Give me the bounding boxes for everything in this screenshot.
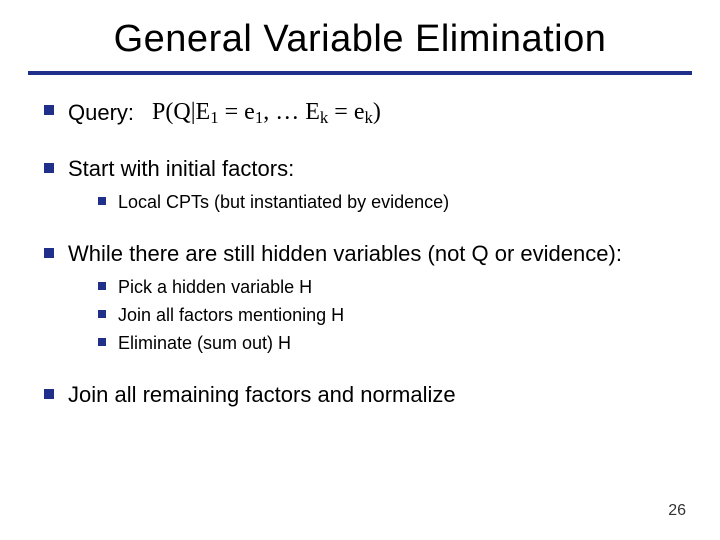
bullet-join-normalize: Join all remaining factors and normalize (40, 381, 680, 410)
sublist-start: Local CPTs (but instantiated by evidence… (96, 190, 680, 214)
f-Q: Q (173, 99, 190, 125)
query-row: Query: P(Q|E1 = e1, … Ek = ek) (68, 97, 680, 129)
bullet-while-hidden-text: While there are still hidden variables (… (68, 241, 622, 266)
sub-eliminate-h: Eliminate (sum out) H (96, 331, 680, 355)
sub-local-cpts: Local CPTs (but instantiated by evidence… (96, 190, 680, 214)
slide-title: General Variable Elimination (0, 0, 720, 71)
f-eq2: = (328, 99, 354, 125)
page-number: 26 (668, 502, 686, 520)
query-formula: P(Q|E1 = e1, … Ek = ek) (152, 97, 381, 129)
f-subkb: k (364, 108, 372, 127)
slide-body: Query: P(Q|E1 = e1, … Ek = ek) Start wit… (0, 75, 720, 410)
f-sub1b: 1 (255, 108, 263, 127)
bullet-list: Query: P(Q|E1 = e1, … Ek = ek) Start wit… (40, 97, 680, 410)
f-subka: k (320, 108, 328, 127)
f-E1: E (196, 99, 211, 125)
f-eq1: = (219, 99, 245, 125)
slide: General Variable Elimination Query: P(Q|… (0, 0, 720, 540)
sub-pick-h: Pick a hidden variable H (96, 275, 680, 299)
bullet-start-factors: Start with initial factors: Local CPTs (… (40, 155, 680, 214)
f-ek: e (354, 99, 365, 125)
f-e1: e (244, 99, 255, 125)
bullet-query: Query: P(Q|E1 = e1, … Ek = ek) (40, 97, 680, 129)
bullet-while-hidden: While there are still hidden variables (… (40, 240, 680, 355)
sublist-while: Pick a hidden variable H Join all factor… (96, 275, 680, 356)
query-label: Query: (68, 99, 134, 128)
f-sub1a: 1 (210, 108, 218, 127)
f-dots: , … (263, 99, 305, 125)
bullet-start-factors-text: Start with initial factors: (68, 156, 294, 181)
f-close: ) (373, 99, 381, 125)
f-Ek: E (305, 99, 320, 125)
sub-join-h: Join all factors mentioning H (96, 303, 680, 327)
f-P: P (152, 99, 165, 125)
